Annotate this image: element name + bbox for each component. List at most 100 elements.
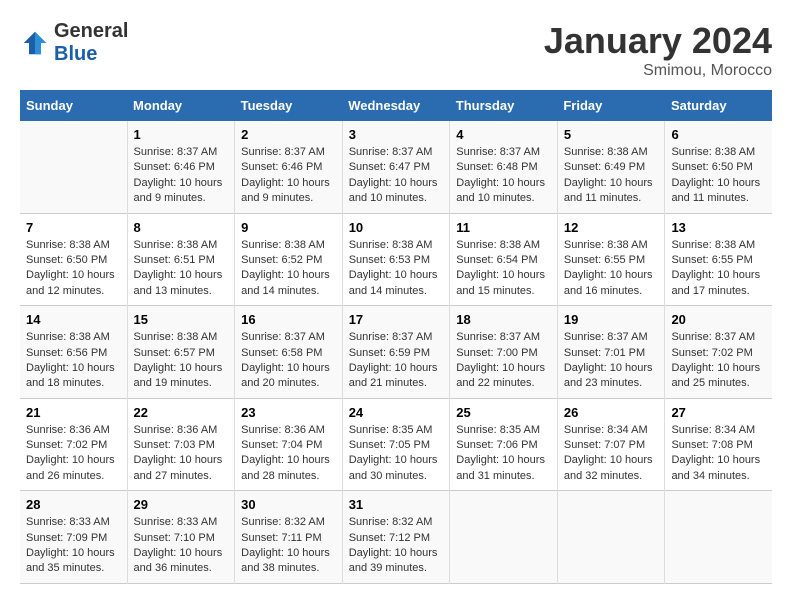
calendar-cell: 19 Sunrise: 8:37 AM Sunset: 7:01 PM Dayli… — [557, 306, 665, 399]
calendar-cell: 23Sunrise: 8:36 AM Sunset: 7:04 PM Dayli… — [235, 398, 343, 491]
day-number: 22 — [134, 405, 229, 420]
day-number: 28 — [26, 497, 121, 512]
calendar-cell: 9Sunrise: 8:38 AM Sunset: 6:52 PM Daylig… — [235, 213, 343, 306]
day-number: 31 — [349, 497, 444, 512]
calendar-cell: 25 Sunrise: 8:35 AM Sunset: 7:06 PM Dayli… — [450, 398, 558, 491]
day-info: Sunrise: 8:37 AM Sunset: 7:00 PM Dayligh… — [456, 330, 551, 392]
day-info: Sunrise: 8:37 AM Sunset: 6:47 PM Dayligh… — [349, 145, 444, 207]
day-info: Sunrise: 8:35 AM Sunset: 7:06 PM Dayligh… — [456, 423, 551, 485]
calendar-cell: 4 Sunrise: 8:37 AM Sunset: 6:48 PM Daylig… — [450, 121, 558, 213]
weekday-monday: Monday — [127, 90, 235, 121]
day-number: 11 — [456, 220, 551, 235]
week-row-5: 28 Sunrise: 8:33 AM Sunset: 7:09 PM Dayli… — [20, 491, 772, 584]
day-info: Sunrise: 8:34 AM Sunset: 7:08 PM Dayligh… — [671, 423, 766, 485]
day-number: 21 — [26, 405, 121, 420]
day-info: Sunrise: 8:38 AM Sunset: 6:55 PM Dayligh… — [564, 238, 659, 300]
day-info: Sunrise: 8:38 AM Sunset: 6:50 PM Dayligh… — [671, 145, 766, 207]
day-number: 5 — [564, 127, 659, 142]
day-info: Sunrise: 8:37 AM Sunset: 6:46 PM Dayligh… — [241, 145, 336, 207]
day-number: 15 — [134, 312, 229, 327]
calendar-cell: 11 Sunrise: 8:38 AM Sunset: 6:54 PM Dayli… — [450, 213, 558, 306]
page-header: General Blue January 2024 Smimou, Morocc… — [20, 20, 772, 80]
calendar-cell: 31 Sunrise: 8:32 AM Sunset: 7:12 PM Dayli… — [342, 491, 450, 584]
day-info: Sunrise: 8:38 AM Sunset: 6:49 PM Dayligh… — [564, 145, 659, 207]
day-info: Sunrise: 8:32 AM Sunset: 7:12 PM Dayligh… — [349, 515, 444, 577]
calendar-cell: 6 Sunrise: 8:38 AM Sunset: 6:50 PM Daylig… — [665, 121, 772, 213]
logo-general: General — [54, 20, 128, 42]
weekday-saturday: Saturday — [665, 90, 772, 121]
day-info: Sunrise: 8:38 AM Sunset: 6:50 PM Dayligh… — [26, 238, 121, 300]
day-info: Sunrise: 8:33 AM Sunset: 7:10 PM Dayligh… — [134, 515, 229, 577]
month-title: January 2024 — [544, 20, 772, 62]
title-block: January 2024 Smimou, Morocco — [544, 20, 772, 80]
day-info: Sunrise: 8:38 AM Sunset: 6:56 PM Dayligh… — [26, 330, 121, 392]
day-number: 24 — [349, 405, 444, 420]
day-number: 23 — [241, 405, 336, 420]
week-row-4: 21 Sunrise: 8:36 AM Sunset: 7:02 PM Dayli… — [20, 398, 772, 491]
calendar-cell: 5 Sunrise: 8:38 AM Sunset: 6:49 PM Daylig… — [557, 121, 665, 213]
week-row-1: 1 Sunrise: 8:37 AM Sunset: 6:46 PM Daylig… — [20, 121, 772, 213]
day-number: 29 — [134, 497, 229, 512]
day-number: 7 — [26, 220, 121, 235]
day-number: 2 — [241, 127, 336, 142]
day-number: 13 — [671, 220, 766, 235]
day-number: 1 — [134, 127, 229, 142]
day-info: Sunrise: 8:32 AM Sunset: 7:11 PM Dayligh… — [241, 515, 336, 577]
logo-blue: Blue — [54, 43, 97, 65]
calendar-cell: 13Sunrise: 8:38 AM Sunset: 6:55 PM Dayli… — [665, 213, 772, 306]
calendar-cell: 21 Sunrise: 8:36 AM Sunset: 7:02 PM Dayli… — [20, 398, 127, 491]
calendar-cell: 10 Sunrise: 8:38 AM Sunset: 6:53 PM Dayli… — [342, 213, 450, 306]
calendar-cell: 22 Sunrise: 8:36 AM Sunset: 7:03 PM Dayli… — [127, 398, 235, 491]
calendar-cell: 7 Sunrise: 8:38 AM Sunset: 6:50 PM Daylig… — [20, 213, 127, 306]
calendar-cell: 27 Sunrise: 8:34 AM Sunset: 7:08 PM Dayli… — [665, 398, 772, 491]
logo-icon — [20, 28, 50, 58]
day-number: 10 — [349, 220, 444, 235]
day-number: 4 — [456, 127, 551, 142]
day-info: Sunrise: 8:36 AM Sunset: 7:03 PM Dayligh… — [134, 423, 229, 485]
calendar-cell: 18Sunrise: 8:37 AM Sunset: 7:00 PM Dayli… — [450, 306, 558, 399]
day-info: Sunrise: 8:37 AM Sunset: 6:46 PM Dayligh… — [134, 145, 229, 207]
day-number: 27 — [671, 405, 766, 420]
day-info: Sunrise: 8:38 AM Sunset: 6:54 PM Dayligh… — [456, 238, 551, 300]
calendar-cell — [665, 491, 772, 584]
week-row-3: 14 Sunrise: 8:38 AM Sunset: 6:56 PM Dayli… — [20, 306, 772, 399]
logo: General Blue — [20, 20, 128, 66]
day-info: Sunrise: 8:34 AM Sunset: 7:07 PM Dayligh… — [564, 423, 659, 485]
day-info: Sunrise: 8:37 AM Sunset: 6:58 PM Dayligh… — [241, 330, 336, 392]
day-info: Sunrise: 8:37 AM Sunset: 7:01 PM Dayligh… — [564, 330, 659, 392]
weekday-wednesday: Wednesday — [342, 90, 450, 121]
day-number: 14 — [26, 312, 121, 327]
day-info: Sunrise: 8:33 AM Sunset: 7:09 PM Dayligh… — [26, 515, 121, 577]
day-info: Sunrise: 8:35 AM Sunset: 7:05 PM Dayligh… — [349, 423, 444, 485]
day-number: 25 — [456, 405, 551, 420]
day-number: 30 — [241, 497, 336, 512]
calendar-cell: 20Sunrise: 8:37 AM Sunset: 7:02 PM Dayli… — [665, 306, 772, 399]
calendar-cell: 3 Sunrise: 8:37 AM Sunset: 6:47 PM Daylig… — [342, 121, 450, 213]
day-number: 6 — [671, 127, 766, 142]
calendar-cell: 29 Sunrise: 8:33 AM Sunset: 7:10 PM Dayli… — [127, 491, 235, 584]
location: Smimou, Morocco — [544, 62, 772, 80]
calendar-cell: 14 Sunrise: 8:38 AM Sunset: 6:56 PM Dayli… — [20, 306, 127, 399]
calendar-body: 1 Sunrise: 8:37 AM Sunset: 6:46 PM Daylig… — [20, 121, 772, 583]
calendar-cell: 28 Sunrise: 8:33 AM Sunset: 7:09 PM Dayli… — [20, 491, 127, 584]
weekday-thursday: Thursday — [450, 90, 558, 121]
calendar-cell: 24 Sunrise: 8:35 AM Sunset: 7:05 PM Dayli… — [342, 398, 450, 491]
day-number: 19 — [564, 312, 659, 327]
day-info: Sunrise: 8:37 AM Sunset: 7:02 PM Dayligh… — [671, 330, 766, 392]
calendar-cell: 16 Sunrise: 8:37 AM Sunset: 6:58 PM Dayli… — [235, 306, 343, 399]
day-info: Sunrise: 8:37 AM Sunset: 6:48 PM Dayligh… — [456, 145, 551, 207]
calendar-table: SundayMondayTuesdayWednesdayThursdayFrid… — [20, 90, 772, 584]
day-info: Sunrise: 8:38 AM Sunset: 6:53 PM Dayligh… — [349, 238, 444, 300]
day-info: Sunrise: 8:38 AM Sunset: 6:57 PM Dayligh… — [134, 330, 229, 392]
day-number: 3 — [349, 127, 444, 142]
day-info: Sunrise: 8:38 AM Sunset: 6:51 PM Dayligh… — [134, 238, 229, 300]
day-number: 16 — [241, 312, 336, 327]
calendar-cell: 15 Sunrise: 8:38 AM Sunset: 6:57 PM Dayli… — [127, 306, 235, 399]
week-row-2: 7 Sunrise: 8:38 AM Sunset: 6:50 PM Daylig… — [20, 213, 772, 306]
day-info: Sunrise: 8:37 AM Sunset: 6:59 PM Dayligh… — [349, 330, 444, 392]
calendar-cell: 8Sunrise: 8:38 AM Sunset: 6:51 PM Daylig… — [127, 213, 235, 306]
day-number: 9 — [241, 220, 336, 235]
day-number: 12 — [564, 220, 659, 235]
day-info: Sunrise: 8:36 AM Sunset: 7:02 PM Dayligh… — [26, 423, 121, 485]
logo-text: General Blue — [54, 20, 128, 66]
